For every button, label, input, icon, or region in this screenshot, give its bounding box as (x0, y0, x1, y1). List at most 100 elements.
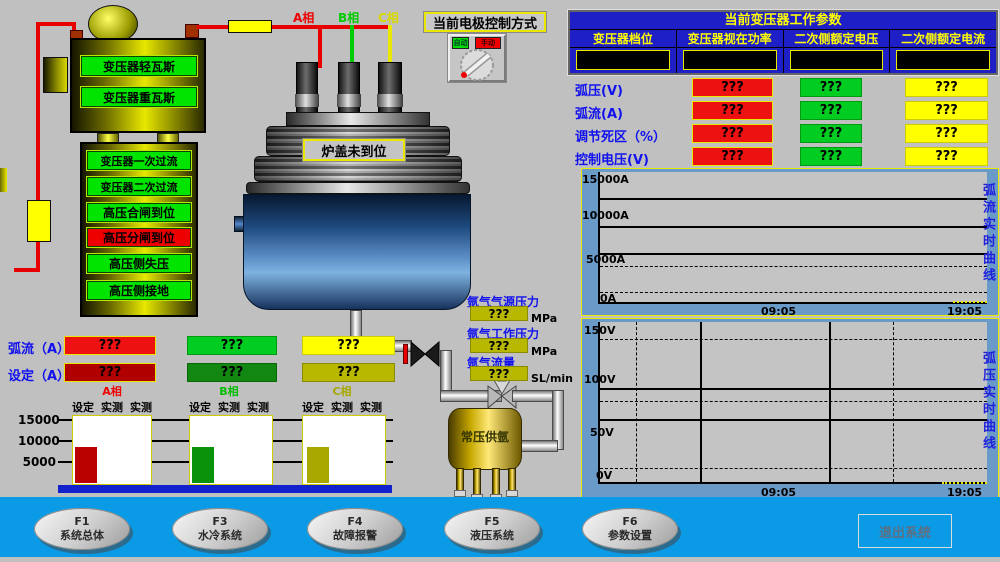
electrode-clamp (377, 94, 403, 107)
ytick: 100V (584, 373, 615, 386)
exit-button[interactable]: 退出系统 (858, 514, 952, 548)
rated-voltage-value (790, 50, 884, 70)
nav-f4-button[interactable]: F4 故障报警 (307, 508, 403, 550)
hv-wire (14, 268, 40, 272)
chart-title: 弧流实时曲线 (978, 183, 997, 285)
arc-voltage-a: ??? (692, 78, 773, 97)
phase-a-label: A相 (293, 9, 314, 26)
phase-label: B相 (189, 383, 269, 399)
nav-f6-button[interactable]: F6 参数设置 (582, 508, 678, 550)
edge-device (0, 168, 7, 192)
rated-current-value (896, 50, 990, 70)
ytick: 150V (584, 324, 615, 337)
electrode-clamp (337, 94, 361, 107)
electrode-control-title: 当前电极控制方式 (424, 12, 546, 32)
fkey-label: F5 (484, 515, 499, 529)
arc-current-row-label: 弧流（A） (8, 338, 70, 357)
phase-c-bar-panel (302, 415, 386, 485)
disconnect-switch (27, 200, 51, 242)
tank-foot (506, 490, 518, 497)
hv-wire (36, 22, 76, 26)
setpoint-a-value: ??? (64, 363, 156, 382)
lamp-label: 高压侧接地 (109, 282, 169, 299)
nav-f3-button[interactable]: F3 水冷系统 (172, 508, 268, 550)
phase-b-label: B相 (338, 9, 359, 26)
apparent-power-value (683, 50, 777, 70)
setpoint-b-value: ??? (187, 363, 277, 382)
plot-area (598, 172, 987, 304)
phase-c-setpoint-bar (307, 447, 329, 483)
arc-voltage-label: 弧压(V) (575, 80, 623, 99)
protection-lamp: 高压侧接地 (86, 280, 192, 301)
control-voltage-label: 控制电压(V) (575, 149, 649, 168)
nav-f1-button[interactable]: F1 系统总体 (34, 508, 130, 550)
arc-current-b-value: ??? (187, 336, 277, 355)
deadband-c: ??? (905, 124, 988, 143)
phase-a-bar-panel (72, 415, 152, 485)
phase-b-setpoint-bar (192, 447, 214, 483)
deadband-b: ??? (800, 124, 862, 143)
deadband-a: ??? (692, 124, 773, 143)
nav-label: 参数设置 (608, 529, 652, 543)
lamp-label: 变压器轻瓦斯 (103, 58, 175, 75)
unit-label: MPa (531, 312, 557, 325)
transformer-gas-lamp: 变压器轻瓦斯 (80, 55, 198, 77)
col-header: 二次侧额定电流 (889, 30, 996, 47)
arc-current-chart: 15000A 10000A 5000A 0A 09:05 19:05 弧流实时曲… (581, 168, 999, 316)
argon-work-pressure-value: ??? (470, 338, 528, 353)
furnace-body (243, 194, 471, 310)
mode-knob-icon[interactable] (456, 48, 498, 82)
protection-lamp-alarm: 高压分闸到位 (86, 227, 192, 248)
electrode-clamp (295, 94, 319, 107)
bar-ytick: 15000 (18, 413, 56, 427)
arc-current-c: ??? (905, 101, 988, 120)
plot-area (598, 322, 987, 484)
nav-label: 水冷系统 (198, 529, 242, 543)
params-table-title: 当前变压器工作参数 (570, 12, 996, 30)
phase-label: A相 (72, 383, 152, 399)
bus-resistor (228, 20, 272, 33)
protection-lamp: 变压器一次过流 (86, 150, 192, 171)
tank-leg (508, 468, 516, 492)
fkey-label: F6 (622, 515, 637, 529)
fkey-label: F1 (74, 515, 89, 529)
tap-position-value (576, 50, 670, 70)
arc-current-a: ??? (692, 101, 773, 120)
ytick: 15000A (582, 173, 629, 186)
arc-voltage-chart: 150V 100V 50V 0V 09:05 19:05 弧压实时曲线 (581, 318, 999, 498)
argon-flow-value: ??? (470, 366, 528, 381)
arc-current-label: 弧流(A) (575, 103, 623, 122)
ytick: 0V (596, 469, 612, 482)
argon-pipe (518, 440, 558, 452)
col-header: 二次侧额定电压 (783, 30, 890, 47)
control-voltage-c: ??? (905, 147, 988, 166)
protection-lamp: 变压器二次过流 (86, 176, 192, 197)
argon-tank-label: 常压供氩 (448, 428, 522, 445)
protection-lamp: 高压侧失压 (86, 253, 192, 274)
arc-voltage-c: ??? (905, 78, 988, 97)
valve-indicator (403, 344, 408, 364)
ytick: 5000A (586, 253, 625, 266)
nav-label: 液压系统 (470, 529, 514, 543)
arc-voltage-b: ??? (800, 78, 862, 97)
nav-f5-button[interactable]: F5 液压系统 (444, 508, 540, 550)
ytick: 50V (590, 426, 614, 439)
arc-current-a-value: ??? (64, 336, 156, 355)
fkey-label: F4 (347, 515, 362, 529)
ytick: 10000A (582, 209, 629, 222)
phase-b-bar-panel (189, 415, 273, 485)
arc-current-c-value: ??? (302, 336, 395, 355)
nav-label: 故障报警 (333, 529, 377, 543)
bar-ytick: 10000 (18, 434, 56, 448)
lamp-label: 变压器一次过流 (101, 153, 178, 169)
lamp-label: 高压侧失压 (109, 255, 169, 272)
furnace-lid-rim (246, 182, 470, 194)
ytick: 0A (600, 292, 616, 305)
lid-status-label: 炉盖未到位 (303, 139, 405, 161)
lamp-label: 变压器二次过流 (101, 179, 178, 195)
xtick: 09:05 (761, 305, 796, 318)
tank-foot (454, 490, 466, 497)
bushing (43, 57, 68, 93)
xtick: 19:05 (947, 305, 982, 318)
tank-leg (473, 468, 481, 496)
